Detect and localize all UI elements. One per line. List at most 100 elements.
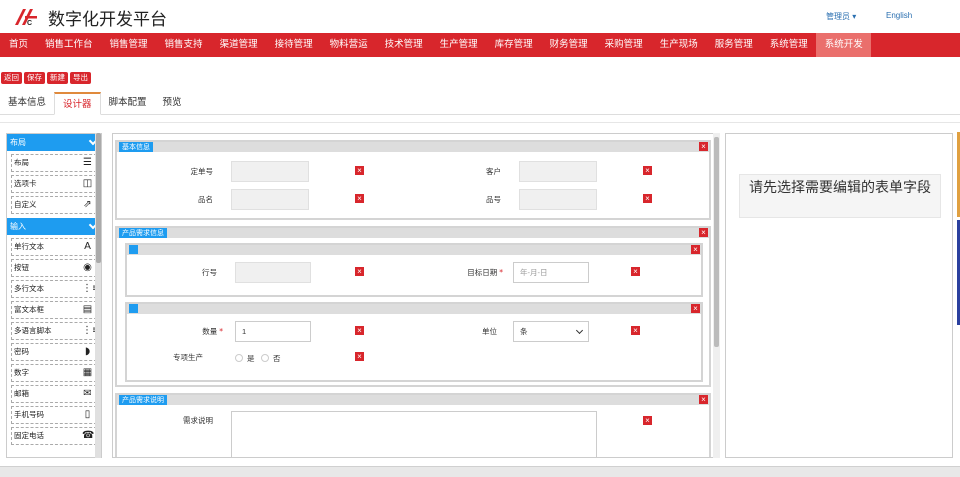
nav-item[interactable]: 库存管理	[486, 33, 541, 57]
tab[interactable]: 基本信息	[0, 92, 54, 115]
mobile-icon: ▯	[84, 409, 91, 420]
field-label: 定单号	[190, 167, 214, 176]
tab-icon: ◫	[82, 178, 93, 189]
nav-item[interactable]: 渠道管理	[211, 33, 266, 57]
close-icon[interactable]: ×	[691, 245, 700, 254]
unit-select[interactable]: 条	[513, 321, 589, 342]
field-label: 品名	[198, 195, 213, 204]
nav-item[interactable]: 财务管理	[541, 33, 596, 57]
quantity-input[interactable]: 1	[235, 321, 311, 342]
editor-icon: ▤	[82, 304, 93, 315]
bottom-scrollbar[interactable]	[0, 466, 960, 477]
palette-item[interactable]: 自定义 ⇗	[11, 196, 97, 214]
palette-item[interactable]: 选项卡 ◫	[11, 175, 97, 193]
close-icon[interactable]: ×	[699, 228, 708, 237]
delete-field-icon[interactable]: ×	[643, 166, 652, 175]
nav-item[interactable]: 首页	[0, 33, 36, 57]
field-label: 单位	[482, 327, 497, 336]
section-demand-info[interactable]: 产品需求信息 × × 行号 × 目标日期 * 年-月-日 × × 数量 * 1 ×	[115, 226, 711, 387]
field-label: 需求说明	[183, 416, 213, 425]
action-toolbar: 返回 保存 新建 导出	[1, 72, 91, 84]
delete-field-icon[interactable]: ×	[631, 267, 640, 276]
delete-field-icon[interactable]: ×	[355, 166, 364, 175]
nav-item[interactable]: 技术管理	[376, 33, 431, 57]
delete-field-icon[interactable]: ×	[643, 194, 652, 203]
row-block[interactable]: × 行号 × 目标日期 * 年-月-日 ×	[125, 243, 703, 297]
section-demand-description[interactable]: 产品需求说明 × 需求说明 ×	[115, 393, 711, 457]
nav-item[interactable]: 采购管理	[596, 33, 651, 57]
palette-item-label: 固定电话	[14, 431, 44, 440]
nav-item[interactable]: 接待管理	[266, 33, 321, 57]
field-label: 目标日期 *	[467, 268, 503, 277]
user-menu[interactable]: 管理员 ▾	[826, 11, 856, 22]
nav-item[interactable]: 销售工作台	[36, 33, 101, 57]
radio-dot-icon: ◉	[83, 262, 92, 273]
palette-item-label: 单行文本	[14, 242, 44, 251]
divider	[0, 122, 960, 123]
drag-handle-icon[interactable]	[129, 245, 138, 254]
palette-group-label: 输入	[10, 222, 26, 231]
tab[interactable]: 预览	[155, 92, 190, 115]
nav-item[interactable]: 系统管理	[761, 33, 816, 57]
section-header: 产品需求信息 ×	[117, 228, 709, 238]
close-icon[interactable]: ×	[699, 395, 708, 404]
close-icon[interactable]: ×	[699, 142, 708, 151]
radio-label: 否	[273, 354, 281, 363]
product-name-input[interactable]	[231, 189, 309, 210]
new-button[interactable]: 新建	[47, 72, 68, 84]
close-icon[interactable]: ×	[691, 304, 700, 313]
customer-input[interactable]	[519, 161, 597, 182]
product-no-input[interactable]	[519, 189, 597, 210]
designer-scrollbar-thumb[interactable]	[714, 137, 719, 347]
nav-item[interactable]: 生产现场	[651, 33, 706, 57]
drag-handle-icon[interactable]	[129, 304, 138, 313]
palette-group-input[interactable]: 输入	[7, 218, 101, 235]
palette-item[interactable]: 密码 ◗	[11, 343, 97, 361]
demand-description-textarea[interactable]	[231, 411, 597, 457]
palette-scrollbar-thumb[interactable]	[96, 133, 101, 263]
save-button[interactable]: 保存	[24, 72, 45, 84]
delete-field-icon[interactable]: ×	[631, 326, 640, 335]
delete-field-icon[interactable]: ×	[355, 267, 364, 276]
app-header: C 数字化开发平台 管理员 ▾ English	[0, 0, 960, 33]
palette-item[interactable]: 多语言脚本 ⋮≡	[11, 322, 100, 340]
radio-label: 是	[247, 354, 255, 363]
tab-bar: 基本信息 设计器 脚本配置 预览	[0, 92, 960, 115]
chevron-down-icon	[575, 326, 584, 335]
nav-item[interactable]: 系统开发	[815, 33, 871, 57]
delete-field-icon[interactable]: ×	[355, 194, 364, 203]
row-block[interactable]: × 数量 * 1 × 单位 条 × 专项生产 是 否 ×	[125, 302, 703, 382]
nav-item[interactable]: 生产管理	[431, 33, 486, 57]
nav-item[interactable]: 销售支持	[156, 33, 211, 57]
delete-field-icon[interactable]: ×	[355, 352, 364, 361]
nav-item[interactable]: 销售管理	[101, 33, 156, 57]
palette-item[interactable]: 邮箱 ✉	[11, 385, 97, 403]
line-no-input[interactable]	[235, 262, 311, 283]
back-button[interactable]: 返回	[1, 72, 22, 84]
palette-item[interactable]: 富文本框 ▤	[11, 301, 97, 319]
palette-item[interactable]: 固定电话 ☎	[11, 427, 97, 445]
delete-field-icon[interactable]: ×	[643, 416, 652, 425]
delete-field-icon[interactable]: ×	[355, 326, 364, 335]
language-link[interactable]: English	[886, 11, 912, 20]
export-button[interactable]: 导出	[70, 72, 91, 84]
palette-item[interactable]: 数字 ▦	[11, 364, 97, 382]
palette-group-layout[interactable]: 布局	[7, 134, 101, 151]
palette-item-label: 多行文本	[14, 284, 44, 293]
nav-item[interactable]: 物料营运	[321, 33, 376, 57]
palette-item[interactable]: 多行文本 ⋮≡	[11, 280, 100, 298]
palette-item[interactable]: 单行文本 A	[11, 238, 97, 256]
radio-no[interactable]	[261, 354, 269, 362]
section-basic-info[interactable]: 基本信息 × 定单号 × 客户 × 品名 × 品号 ×	[115, 140, 711, 220]
palette-item[interactable]: 手机号码 ▯	[11, 406, 97, 424]
tab[interactable]: 脚本配置	[101, 92, 155, 115]
tab[interactable]: 设计器	[54, 92, 101, 115]
target-date-input[interactable]: 年-月-日	[513, 262, 589, 283]
palette-item[interactable]: 布局 ☰	[11, 154, 97, 172]
palette-item[interactable]: 按钮 ◉	[11, 259, 97, 277]
order-no-input[interactable]	[231, 161, 309, 182]
field-label: 客户	[486, 167, 501, 176]
radio-yes[interactable]	[235, 354, 243, 362]
nav-item[interactable]: 服务管理	[706, 33, 761, 57]
component-palette: 布局 布局 ☰ 选项卡 ◫ 自定义 ⇗ 输入 单行文本 A 按钮 ◉ 多行文本 ⋮≡ 富文本框 ▤ 多语言…	[6, 133, 102, 458]
